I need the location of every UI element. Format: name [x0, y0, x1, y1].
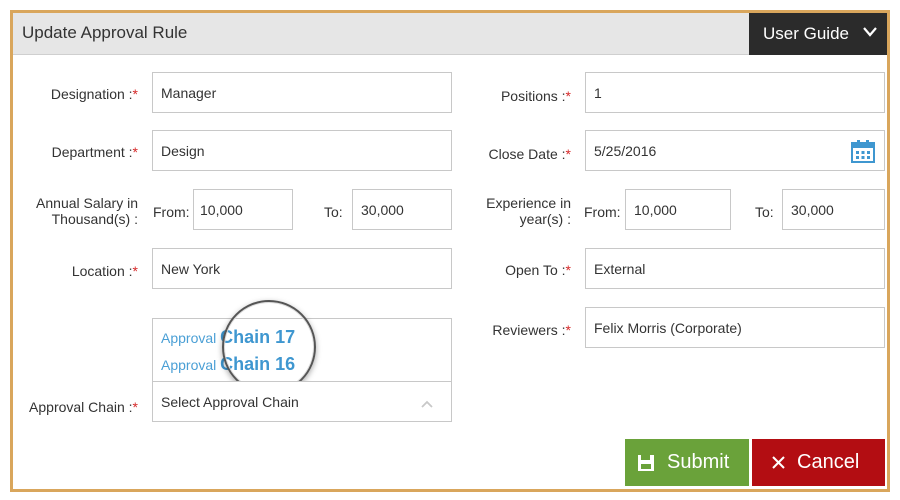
designation-field[interactable]: Manager [152, 72, 452, 113]
magnifier-lens [222, 300, 316, 394]
calendar-icon[interactable] [851, 139, 875, 166]
page-title: Update Approval Rule [22, 23, 188, 42]
open-to-label: Open To :* [505, 262, 571, 278]
experience-from-field[interactable]: 10,000 [625, 189, 731, 230]
department-field[interactable]: Design [152, 130, 452, 171]
close-date-label: Close Date :* [488, 146, 572, 162]
positions-label: Positions :* [500, 88, 571, 104]
floppy-disk-icon [637, 454, 655, 472]
experience-from-label: From: [584, 204, 621, 220]
location-value: New York [161, 260, 221, 277]
department-value: Design [161, 142, 205, 159]
annual-salary-label: Annual Salary in Thousand(s) : [36, 195, 138, 227]
salary-to-value: 30,000 [361, 201, 404, 218]
salary-to-field[interactable]: 30,000 [352, 189, 452, 230]
close-icon [772, 456, 785, 469]
chevron-down-icon [863, 23, 877, 46]
positions-field[interactable]: 1 [585, 72, 885, 113]
approval-chain-select[interactable]: Select Approval Chain [152, 381, 452, 422]
salary-from-value: 10,000 [200, 201, 243, 218]
designation-value: Manager [161, 84, 217, 101]
experience-from-value: 10,000 [634, 201, 677, 218]
approval-chain-placeholder: Select Approval Chain [161, 393, 299, 410]
location-field[interactable]: New York [152, 248, 452, 289]
approval-chain-label: Approval Chain :* [29, 399, 138, 415]
user-guide-button[interactable]: User Guide [749, 13, 887, 55]
salary-from-field[interactable]: 10,000 [193, 189, 293, 230]
experience-label: Experience in year(s) : [486, 195, 571, 227]
submit-button[interactable]: Submit [625, 439, 749, 486]
close-date-field[interactable]: 5/25/2016 [585, 130, 885, 171]
close-date-value: 5/25/2016 [594, 142, 657, 159]
location-label: Location :* [71, 263, 138, 279]
reviewers-value: Felix Morris (Corporate) [594, 319, 742, 336]
reviewers-label: Reviewers :* [492, 322, 571, 338]
experience-to-value: 30,000 [791, 201, 834, 218]
open-to-value: External [594, 260, 646, 277]
update-approval-rule-panel: Update Approval Rule User Guide Designat… [10, 10, 890, 492]
open-to-field[interactable]: External [585, 248, 885, 289]
chevron-up-icon [421, 396, 433, 412]
submit-label: Submit [667, 451, 730, 473]
positions-value: 1 [594, 84, 602, 101]
reviewers-field[interactable]: Felix Morris (Corporate) [585, 307, 885, 348]
cancel-button[interactable]: Cancel [752, 439, 885, 486]
salary-to-label: To: [324, 204, 343, 220]
experience-to-field[interactable]: 30,000 [782, 189, 885, 230]
panel-header: Update Approval Rule User Guide [13, 13, 887, 55]
salary-from-label: From: [153, 204, 190, 220]
experience-to-label: To: [755, 204, 774, 220]
user-guide-label: User Guide [763, 24, 849, 43]
department-label: Department :* [51, 144, 138, 160]
cancel-label: Cancel [797, 451, 860, 473]
designation-label: Designation :* [50, 86, 138, 102]
